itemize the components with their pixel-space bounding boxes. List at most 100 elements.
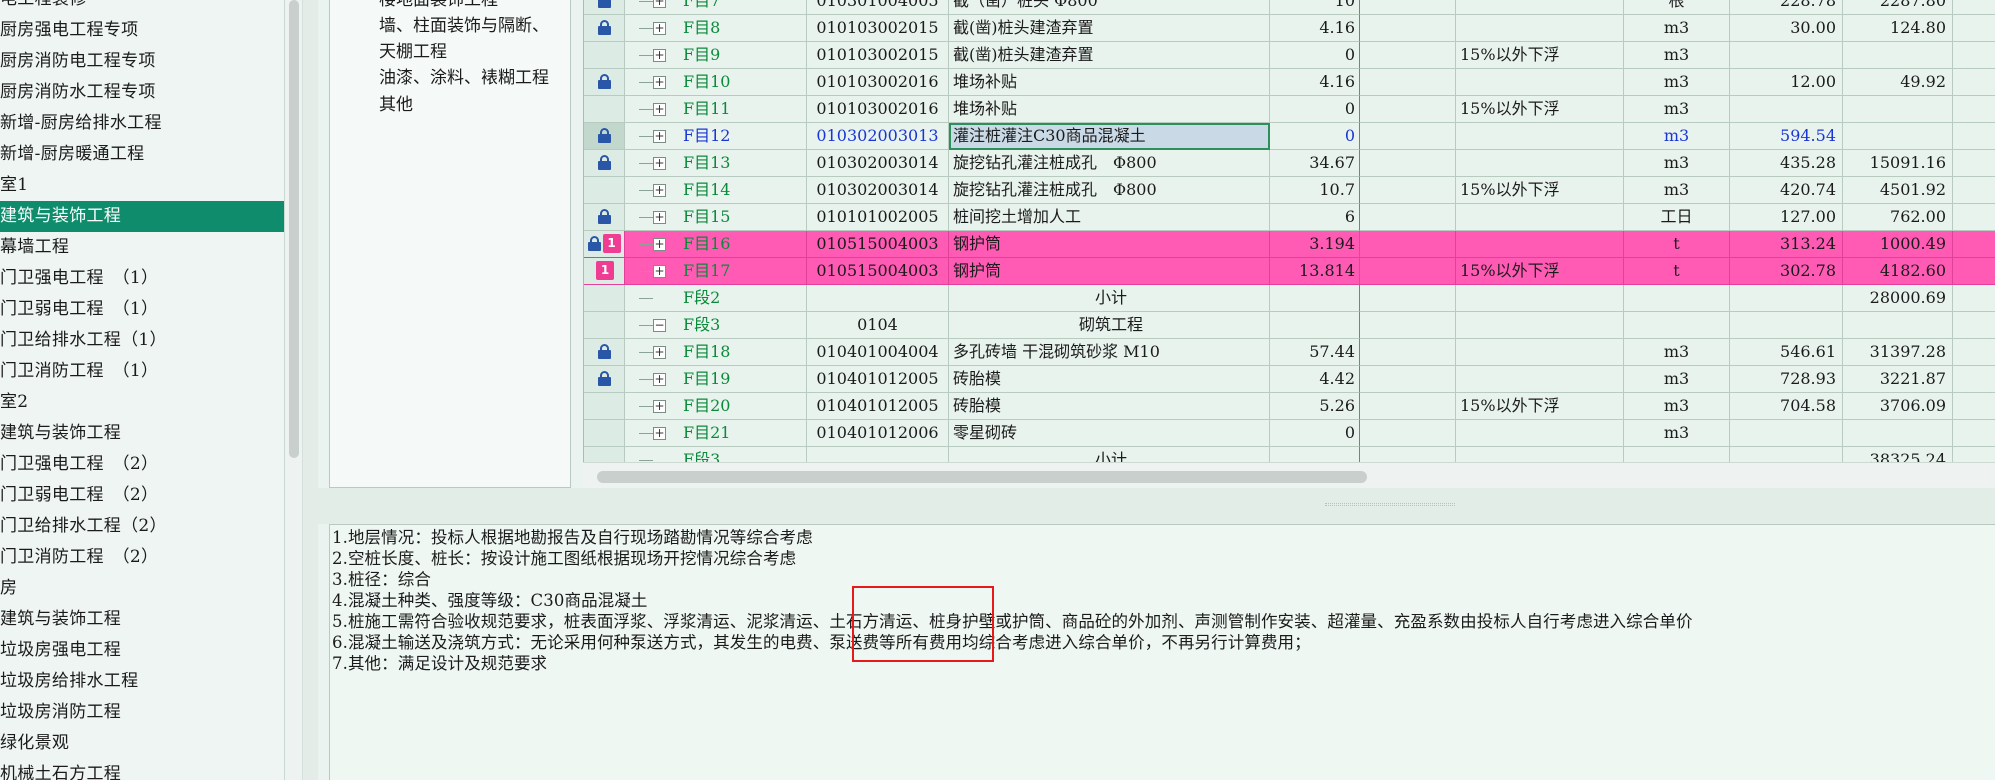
- row-label-cell[interactable]: + F目18: [625, 339, 807, 366]
- blank-cell[interactable]: [1360, 177, 1456, 204]
- item-name-cell[interactable]: 旋挖钻孔灌注桩成孔 Φ800: [949, 177, 1270, 204]
- note-cell[interactable]: [1456, 420, 1624, 447]
- item-name-cell[interactable]: 堆场补贴: [949, 69, 1270, 96]
- unit-cell[interactable]: t: [1624, 258, 1730, 285]
- row-status-cell[interactable]: [584, 285, 625, 312]
- tree-item[interactable]: 垃圾房强电工程: [0, 635, 284, 666]
- project-tree-scrollbar[interactable]: [285, 0, 303, 780]
- tree-item[interactable]: 机械土石方工程: [0, 759, 284, 780]
- note-cell[interactable]: 15%以外下浮: [1456, 258, 1624, 285]
- item-code-cell[interactable]: 0104: [807, 312, 949, 339]
- blank-cell[interactable]: [1360, 150, 1456, 177]
- blank-cell[interactable]: [1360, 366, 1456, 393]
- total-price-cell[interactable]: 124.80: [1843, 15, 1953, 42]
- item-description-panel[interactable]: 1.地层情况：投标人根据地勘报告及自行现场踏勘情况等综合考虑 2.空桩长度、桩长：…: [329, 524, 1995, 780]
- extra-price-cell[interactable]: 124.20: [1953, 231, 1995, 258]
- extra-price-cell[interactable]: 55.40: [1953, 123, 1995, 150]
- note-cell[interactable]: [1456, 0, 1624, 15]
- blank-cell[interactable]: [1360, 420, 1456, 447]
- quantity-cell[interactable]: 57.44: [1270, 339, 1360, 366]
- item-code-cell[interactable]: 010302003014: [807, 150, 949, 177]
- item-name-cell[interactable]: 砖胎模: [949, 366, 1270, 393]
- quantity-cell[interactable]: 13.814: [1270, 258, 1360, 285]
- row-label-cell[interactable]: + F目9: [625, 42, 807, 69]
- row-status-cell[interactable]: [584, 204, 625, 231]
- row-label-cell[interactable]: + F目12: [625, 123, 807, 150]
- unit-cell[interactable]: 工日: [1624, 204, 1730, 231]
- tree-item[interactable]: 垃圾房给排水工程: [0, 666, 284, 697]
- item-name-cell[interactable]: 旋挖钻孔灌注桩成孔 Φ800: [949, 150, 1270, 177]
- extra-price-cell[interactable]: 238.25: [1953, 366, 1995, 393]
- row-label-cell[interactable]: F段2: [625, 285, 807, 312]
- note-cell[interactable]: 15%以外下浮: [1456, 96, 1624, 123]
- item-name-cell[interactable]: 砌筑工程: [949, 312, 1270, 339]
- row-label-cell[interactable]: + F目13: [625, 150, 807, 177]
- item-name-cell[interactable]: 截(凿)桩头建渣弃置: [949, 15, 1270, 42]
- total-price-cell[interactable]: [1843, 312, 1953, 339]
- extra-price-cell[interactable]: [1953, 285, 1995, 312]
- item-name-cell[interactable]: 钢护筒: [949, 258, 1270, 285]
- unit-cell[interactable]: m3: [1624, 123, 1730, 150]
- extra-price-cell[interactable]: 213.62: [1953, 0, 1995, 15]
- unit-price-cell[interactable]: [1730, 285, 1843, 312]
- tree-item[interactable]: 门卫消防工程 （1）: [0, 356, 284, 387]
- total-price-cell[interactable]: 3221.87: [1843, 366, 1953, 393]
- extra-price-cell[interactable]: 238.25: [1953, 393, 1995, 420]
- table-row[interactable]: 1 + F目16 010515004003 钢护筒 3.194 t 313.24 1000.49…: [584, 231, 1995, 258]
- extra-price-cell[interactable]: 77.85: [1953, 177, 1995, 204]
- table-row[interactable]: +F目19010401012005砖胎模4.42 m3728.933221.872…: [584, 366, 1995, 393]
- unit-price-cell[interactable]: [1730, 42, 1843, 69]
- note-cell[interactable]: [1456, 231, 1624, 258]
- extra-price-cell[interactable]: [1953, 312, 1995, 339]
- row-status-cell[interactable]: [584, 42, 625, 69]
- table-row[interactable]: + F目10 010103002016 堆场补贴 4.16 m3 12.00 49.92: [584, 69, 1995, 96]
- table-row[interactable]: + F目8 010103002015 截(凿)桩头建渣弃置 4.16 m3 30.00 124…: [584, 15, 1995, 42]
- tree-item[interactable]: 建筑与装饰工程: [0, 604, 284, 635]
- table-row[interactable]: + F目9 010103002015 截(凿)桩头建渣弃置 0 15%以外下浮 m3: [584, 42, 1995, 69]
- total-price-cell[interactable]: [1843, 96, 1953, 123]
- row-status-cell[interactable]: [584, 366, 625, 393]
- row-status-cell[interactable]: 1: [584, 231, 625, 258]
- quantity-cell[interactable]: 4.42: [1270, 366, 1360, 393]
- item-code-cell[interactable]: [807, 285, 949, 312]
- row-status-cell[interactable]: [584, 393, 625, 420]
- quantity-cell[interactable]: 3.194: [1270, 231, 1360, 258]
- total-price-cell[interactable]: [1843, 42, 1953, 69]
- category-item[interactable]: 墙、柱面装饰与隔断、: [379, 12, 549, 40]
- unit-price-cell[interactable]: 228.78: [1730, 0, 1843, 15]
- tree-item[interactable]: 厨房消防水工程专项: [0, 77, 284, 108]
- total-price-cell[interactable]: 4501.92: [1843, 177, 1953, 204]
- unit-price-cell[interactable]: 313.24: [1730, 231, 1843, 258]
- unit-price-cell[interactable]: 30.00: [1730, 15, 1843, 42]
- blank-cell[interactable]: [1360, 393, 1456, 420]
- blank-cell[interactable]: [1360, 231, 1456, 258]
- tree-item[interactable]: 房: [0, 573, 284, 604]
- unit-price-cell[interactable]: 302.78: [1730, 258, 1843, 285]
- table-row[interactable]: F段2 小计 28000.69: [584, 285, 1995, 312]
- unit-cell[interactable]: m3: [1624, 366, 1730, 393]
- blank-cell[interactable]: [1360, 69, 1456, 96]
- tree-item[interactable]: 建筑与装饰工程: [0, 418, 284, 449]
- tree-item[interactable]: 厨房强电工程专项: [0, 15, 284, 46]
- blank-cell[interactable]: [1360, 312, 1456, 339]
- unit-cell[interactable]: m3: [1624, 393, 1730, 420]
- extra-price-cell[interactable]: [1953, 96, 1995, 123]
- category-item[interactable]: 其他: [379, 91, 413, 119]
- row-status-cell[interactable]: [584, 177, 625, 204]
- extra-price-cell[interactable]: 124.20: [1953, 258, 1995, 285]
- quantity-cell[interactable]: 6: [1270, 204, 1360, 231]
- table-row[interactable]: + F目11 010103002016 堆场补贴 0 15%以外下浮 m3: [584, 96, 1995, 123]
- item-name-cell[interactable]: 灌注桩灌注C30商品混凝土: [949, 123, 1270, 150]
- quantity-cell[interactable]: [1270, 285, 1360, 312]
- table-row[interactable]: + F目18 010401004004 多孔砖墙 干混砌筑砂浆 M10 57.44 m3 5…: [584, 339, 1995, 366]
- row-label-cell[interactable]: + F目20: [625, 393, 807, 420]
- row-status-cell[interactable]: [584, 312, 625, 339]
- total-price-cell[interactable]: 15091.16: [1843, 150, 1953, 177]
- tree-item[interactable]: 门卫给排水工程（1）: [0, 325, 284, 356]
- tree-item[interactable]: 新增-厨房暖通工程: [0, 139, 284, 170]
- blank-cell[interactable]: [1360, 204, 1456, 231]
- quantity-cell[interactable]: 34.67: [1270, 150, 1360, 177]
- tree-item[interactable]: 门卫弱电工程 （1）: [0, 294, 284, 325]
- unit-price-cell[interactable]: 728.93: [1730, 366, 1843, 393]
- unit-cell[interactable]: m3: [1624, 177, 1730, 204]
